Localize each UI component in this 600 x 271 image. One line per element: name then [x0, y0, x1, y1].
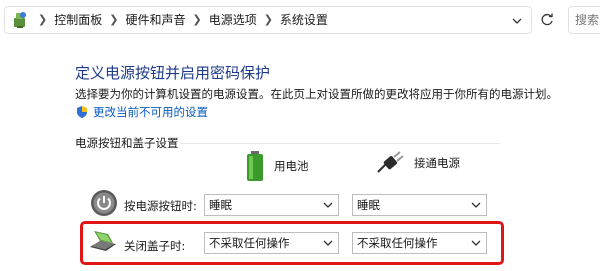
chevron-right-icon: ❯	[109, 13, 119, 26]
chevron-right-icon: ❯	[263, 13, 273, 26]
chevron-down-icon	[323, 202, 333, 208]
page-description: 选择要为你的计算机设置的电源设置。在此页上对设置所做的更改将应用于你所有的电源计…	[75, 87, 558, 101]
highlight-box	[80, 221, 504, 265]
column-label-battery: 用电池	[274, 159, 309, 173]
chevron-down-icon	[471, 202, 481, 208]
breadcrumb[interactable]: ❯ 控制面板 ❯ 硬件和声音 ❯ 电源选项 ❯ 系统设置	[4, 6, 532, 34]
battery-icon	[247, 151, 263, 181]
address-dropdown-button[interactable]	[505, 7, 529, 35]
change-settings-link-label[interactable]: 更改当前不可用的设置	[93, 104, 208, 120]
column-header-battery: 用电池	[244, 150, 309, 182]
change-settings-link[interactable]: 更改当前不可用的设置	[75, 104, 208, 120]
chevron-down-icon	[512, 18, 522, 24]
breadcrumb-item-power-options[interactable]: 电源选项	[209, 6, 257, 34]
power-button-plugged-select[interactable]: 睡眠	[352, 194, 487, 216]
control-panel-icon	[9, 9, 31, 31]
section-label: 电源按钮和盖子设置	[75, 136, 179, 150]
chevron-right-icon: ❯	[38, 13, 48, 26]
refresh-button[interactable]	[534, 8, 560, 32]
breadcrumb-item-hardware-sound[interactable]: 硬件和声音	[125, 6, 185, 34]
refresh-icon	[541, 13, 553, 26]
search-input[interactable]	[569, 7, 600, 33]
column-header-plugged: 接通电源	[376, 150, 460, 176]
search-box[interactable]	[568, 6, 600, 34]
breadcrumb-item-system-settings[interactable]: 系统设置	[280, 6, 328, 34]
page-title: 定义电源按钮并启用密码保护	[75, 64, 271, 82]
shield-icon	[77, 106, 87, 118]
breadcrumb-item-control-panel[interactable]: 控制面板	[54, 6, 102, 34]
power-button-battery-select[interactable]: 睡眠	[204, 194, 339, 216]
address-bar: ❯ 控制面板 ❯ 硬件和声音 ❯ 电源选项 ❯ 系统设置	[0, 0, 600, 40]
power-button-icon	[90, 189, 118, 221]
power-plug-icon	[377, 151, 404, 173]
column-label-plugged: 接通电源	[414, 156, 460, 170]
section-divider	[180, 143, 500, 144]
chevron-right-icon: ❯	[192, 13, 202, 26]
power-button-label: 按电源按钮时:	[124, 199, 197, 213]
